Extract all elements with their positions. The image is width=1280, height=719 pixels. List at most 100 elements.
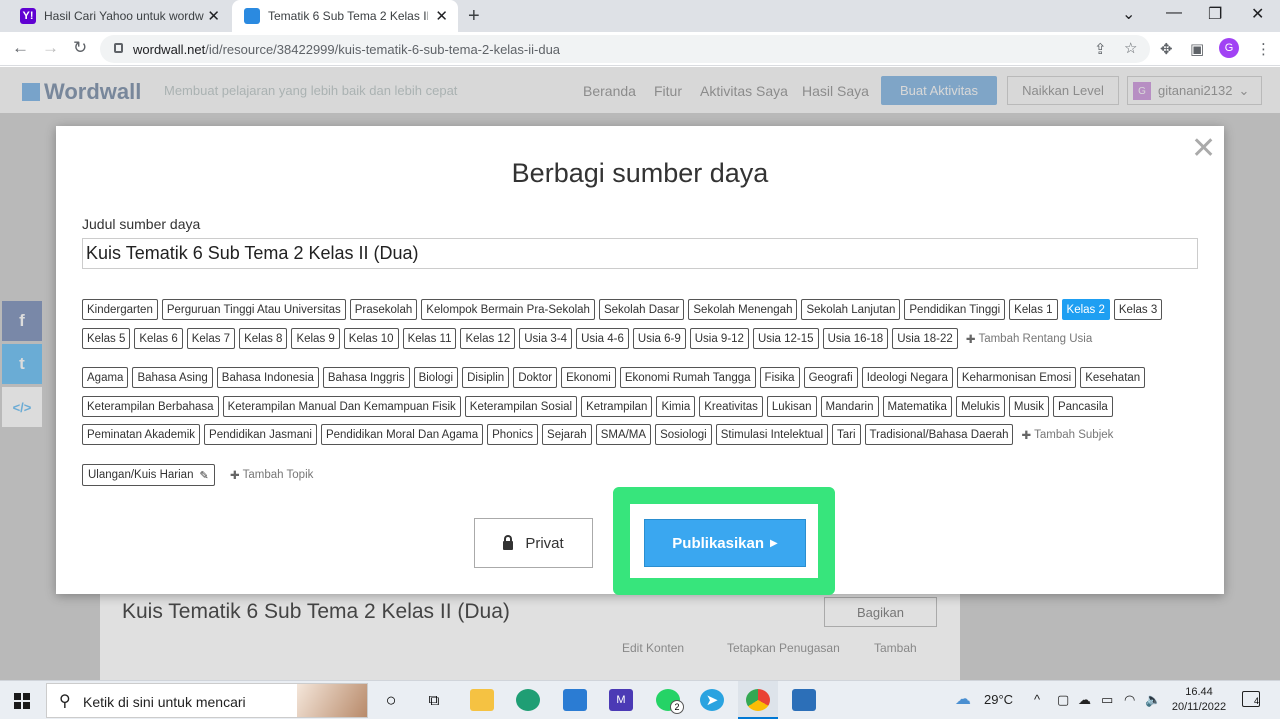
tag-fisika[interactable]: Fisika	[759, 367, 800, 388]
close-tab-icon[interactable]: ✕	[207, 7, 220, 25]
tag-kelas-7[interactable]: Kelas 7	[186, 328, 236, 349]
extensions-icon[interactable]: ✥	[1160, 40, 1173, 58]
tag-pendidikan-tinggi[interactable]: Pendidikan Tinggi	[904, 299, 1006, 320]
nav-beranda[interactable]: Beranda	[583, 83, 636, 99]
tag-kelompok-bermain-pra-sekolah[interactable]: Kelompok Bermain Pra-Sekolah	[421, 299, 595, 320]
tag-perguruan-tinggi-atau-universitas[interactable]: Perguruan Tinggi Atau Universitas	[161, 299, 346, 320]
tag-bahasa-indonesia[interactable]: Bahasa Indonesia	[216, 367, 319, 388]
tag-sma-ma[interactable]: SMA/MA	[595, 424, 652, 445]
tag-usia-12-15[interactable]: Usia 12-15	[752, 328, 819, 349]
reload-icon[interactable]: ↻	[73, 38, 87, 58]
private-button[interactable]: Privat	[474, 518, 593, 568]
tag-ekonomi[interactable]: Ekonomi	[561, 367, 616, 388]
tag-disiplin[interactable]: Disiplin	[462, 367, 510, 388]
tag-kreativitas[interactable]: Kreativitas	[699, 396, 763, 417]
taskbar-search-box[interactable]: ⚲ Ketik di sini untuk mencari	[46, 683, 368, 718]
tag-kelas-3[interactable]: Kelas 3	[1113, 299, 1163, 320]
facebook-icon[interactable]: f	[2, 301, 42, 341]
mail-icon[interactable]	[563, 689, 587, 711]
forward-icon[interactable]: →	[42, 38, 59, 58]
tag-usia-9-12[interactable]: Usia 9-12	[689, 328, 749, 349]
tag-sosiologi[interactable]: Sosiologi	[655, 424, 712, 445]
chrome-icon[interactable]	[746, 689, 770, 711]
tag-keterampilan-berbahasa[interactable]: Keterampilan Berbahasa	[82, 396, 219, 417]
tag-musik[interactable]: Musik	[1008, 396, 1049, 417]
tag-tradisional-bahasa-daerah[interactable]: Tradisional/Bahasa Daerah	[864, 424, 1014, 445]
tag-sekolah-menengah[interactable]: Sekolah Menengah	[688, 299, 798, 320]
tag-usia-18-22[interactable]: Usia 18-22	[892, 328, 958, 349]
wifi-icon[interactable]: ◠	[1124, 692, 1135, 708]
tag-bahasa-asing[interactable]: Bahasa Asing	[132, 367, 213, 388]
side-panel-icon[interactable]: ▣	[1190, 40, 1204, 58]
site-logo[interactable]: Wordwall	[22, 79, 141, 105]
tag-pendidikan-moral-dan-agama[interactable]: Pendidikan Moral Dan Agama	[320, 424, 484, 445]
maximize-icon[interactable]: ❐	[1208, 4, 1222, 24]
minimize-icon[interactable]: —	[1166, 4, 1182, 22]
tag-ketrampilan[interactable]: Ketrampilan	[581, 396, 653, 417]
cortana-icon[interactable]: ○	[379, 689, 403, 711]
close-window-icon[interactable]: ✕	[1251, 4, 1264, 24]
tag-keterampilan-sosial[interactable]: Keterampilan Sosial	[464, 396, 578, 417]
tag-sekolah-dasar[interactable]: Sekolah Dasar	[598, 299, 685, 320]
topic-tag[interactable]: Ulangan/Kuis Harian ✎	[82, 464, 215, 486]
tag-mandarin[interactable]: Mandarin	[820, 396, 879, 417]
task-view-icon[interactable]: ⧉	[422, 689, 446, 711]
tag-kelas-6[interactable]: Kelas 6	[134, 328, 183, 349]
tag-kimia[interactable]: Kimia	[656, 396, 696, 417]
nav-hasil-saya[interactable]: Hasil Saya	[802, 83, 869, 99]
tag-keterampilan-manual-dan-kemampuan-fisik[interactable]: Keterampilan Manual Dan Kemampuan Fisik	[222, 396, 461, 417]
battery-icon[interactable]: ▭	[1101, 692, 1113, 708]
nav-fitur[interactable]: Fitur	[654, 83, 682, 99]
tag-sekolah-lanjutan[interactable]: Sekolah Lanjutan	[801, 299, 901, 320]
volume-icon[interactable]: 🔈	[1145, 692, 1161, 708]
tag-stimulasi-intelektual[interactable]: Stimulasi Intelektual	[715, 424, 829, 445]
tab-yahoo[interactable]: Y! Hasil Cari Yahoo untuk wordwall ✕	[8, 0, 230, 32]
twitter-icon[interactable]: t	[2, 344, 42, 384]
publish-button[interactable]: Publikasikan ▶	[644, 519, 806, 567]
tag-kindergarten[interactable]: Kindergarten	[82, 299, 158, 320]
tag-kelas-10[interactable]: Kelas 10	[343, 328, 399, 349]
profile-avatar[interactable]: G	[1219, 38, 1239, 58]
assign-link[interactable]: Tetapkan Penugasan	[727, 641, 840, 655]
tag-agama[interactable]: Agama	[82, 367, 129, 388]
close-tab-icon[interactable]: ✕	[435, 7, 448, 25]
more-link[interactable]: Tambah	[874, 641, 917, 655]
tag-kelas-9[interactable]: Kelas 9	[291, 328, 340, 349]
tag-ideologi-negara[interactable]: Ideologi Negara	[861, 367, 953, 388]
tray-app-icon[interactable]: ▢	[1057, 692, 1069, 708]
upgrade-button[interactable]: Naikkan Level	[1007, 76, 1119, 105]
windows-start-icon[interactable]	[14, 693, 30, 709]
app-icon[interactable]: M	[609, 689, 633, 711]
tag-geografi[interactable]: Geografi	[803, 367, 858, 388]
nav-aktivitas-saya[interactable]: Aktivitas Saya	[700, 83, 788, 99]
tag-usia-3-4[interactable]: Usia 3-4	[519, 328, 573, 349]
tab-search-icon[interactable]: ⌄	[1122, 4, 1135, 24]
share-icon[interactable]: ⇪	[1094, 40, 1107, 58]
tag-prasekolah[interactable]: Prasekolah	[349, 299, 418, 320]
tag-kelas-1[interactable]: Kelas 1	[1009, 299, 1058, 320]
tag-usia-16-18[interactable]: Usia 16-18	[822, 328, 889, 349]
menu-icon[interactable]: ⋮	[1256, 40, 1271, 58]
telegram-icon[interactable]: ➤	[700, 689, 724, 711]
tag-usia-4-6[interactable]: Usia 4-6	[576, 328, 629, 349]
tag-phonics[interactable]: Phonics	[487, 424, 539, 445]
tag-kelas-11[interactable]: Kelas 11	[402, 328, 457, 349]
new-tab-icon[interactable]: +	[468, 5, 480, 28]
tag-bahasa-inggris[interactable]: Bahasa Inggris	[322, 367, 410, 388]
pencil-icon[interactable]: ✎	[199, 469, 208, 482]
weather-cloud-icon[interactable]: ☁	[955, 689, 971, 709]
back-icon[interactable]: ←	[12, 38, 29, 58]
tag-lukisan[interactable]: Lukisan	[766, 396, 817, 417]
tag-pancasila[interactable]: Pancasila	[1052, 396, 1113, 417]
create-activity-button[interactable]: Buat Aktivitas	[881, 76, 997, 105]
tag-tari[interactable]: Tari	[832, 424, 861, 445]
tag-melukis[interactable]: Melukis	[955, 396, 1005, 417]
tag-pendidikan-jasmani[interactable]: Pendidikan Jasmani	[204, 424, 317, 445]
address-bar[interactable]: wordwall.net/id/resource/38422999/kuis-t…	[100, 35, 1150, 63]
tag-matematika[interactable]: Matematika	[882, 396, 952, 417]
bookmark-star-icon[interactable]: ☆	[1124, 39, 1137, 57]
user-menu[interactable]: Ggitanani2132 ⌄	[1127, 76, 1262, 105]
photos-icon[interactable]	[792, 689, 816, 711]
add-topic-link[interactable]: ✚ Tambah Topik	[230, 468, 313, 482]
tag-doktor[interactable]: Doktor	[513, 367, 558, 388]
